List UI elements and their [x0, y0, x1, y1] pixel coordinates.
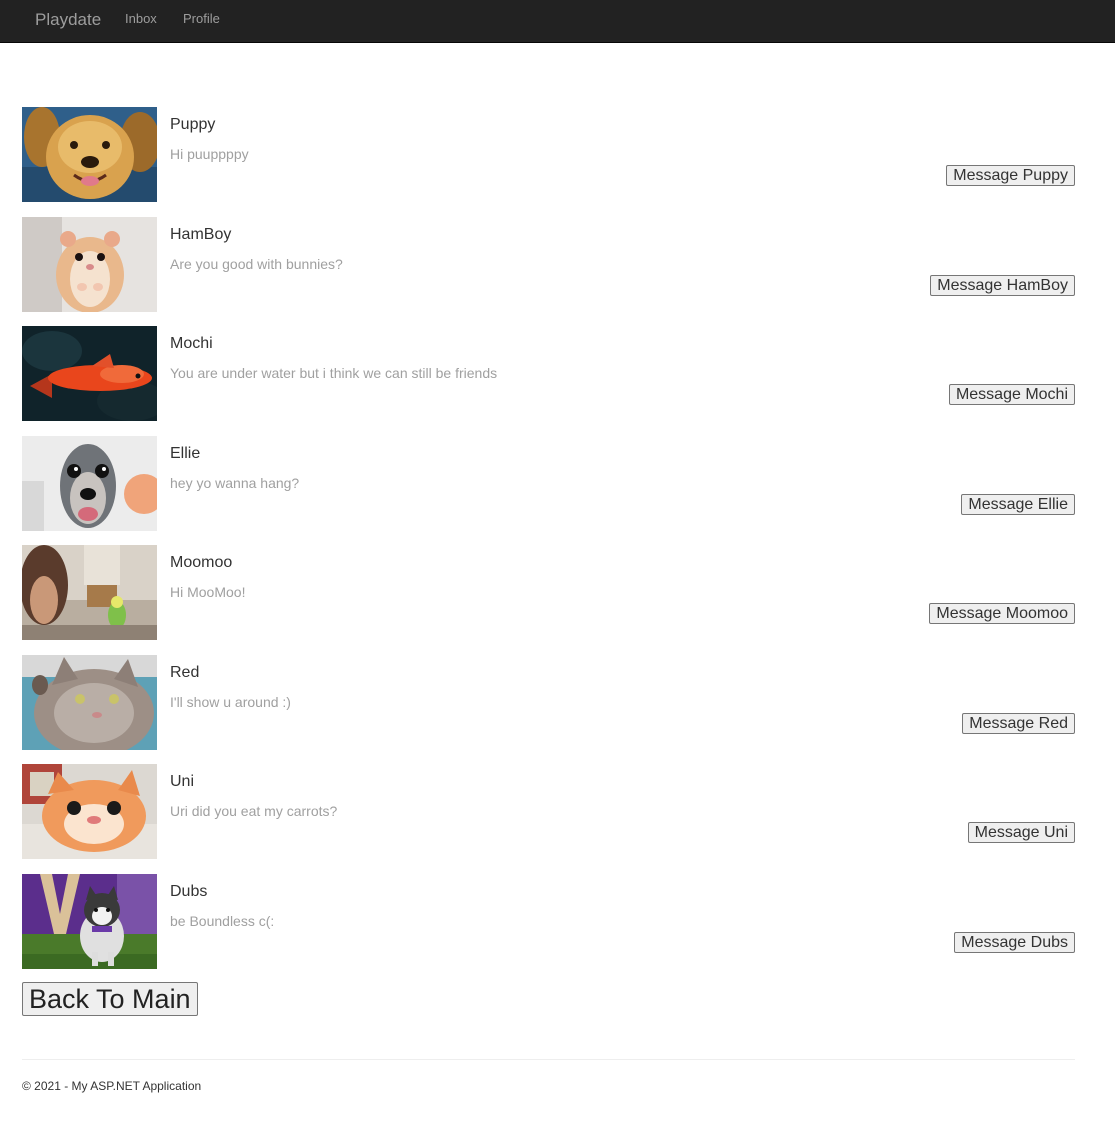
golden-retriever-photo: [22, 107, 157, 202]
footer-copyright: © 2021 - My ASP.NET Application: [22, 1079, 202, 1093]
friend-row: Red I'll show u around :) Message Red: [22, 654, 1075, 750]
message-red-button[interactable]: Message Red: [962, 712, 1075, 734]
parakeet-photo: [22, 545, 157, 640]
brand-link[interactable]: Playdate: [35, 10, 101, 30]
footer-divider: [22, 1059, 1075, 1060]
friend-last-message: I'll show u around :): [170, 693, 291, 710]
nav-link-profile[interactable]: Profile: [183, 11, 220, 27]
friend-last-message: be Boundless c(:: [170, 912, 275, 929]
friend-name: HamBoy: [170, 225, 232, 243]
nav-link-inbox[interactable]: Inbox: [125, 11, 157, 27]
friend-row: Uni Uri did you eat my carrots? Message …: [22, 764, 1075, 859]
goldfish-photo: [22, 326, 157, 421]
message-moomoo-button[interactable]: Message Moomoo: [929, 603, 1075, 624]
husky-puppy-photo: [22, 873, 157, 969]
friend-name: Puppy: [170, 116, 216, 133]
friend-list: Puppy Hi puuppppy Message Puppy HamBoy A…: [22, 107, 1075, 983]
friend-last-message: Uri did you eat my carrots?: [170, 803, 338, 819]
friend-last-message: Are you good with bunnies?: [170, 255, 343, 272]
message-dubs-button[interactable]: Message Dubs: [954, 931, 1075, 953]
orange-cat-photo: [22, 764, 157, 859]
tabby-cat-photo: [22, 654, 157, 750]
friend-row: HamBoy Are you good with bunnies? Messag…: [22, 216, 1075, 312]
friend-row: Mochi You are under water but i think we…: [22, 326, 1075, 421]
friend-name: Ellie: [170, 444, 201, 462]
friend-last-message: Hi MooMoo!: [170, 584, 246, 600]
greyhound-photo: [22, 435, 157, 531]
friend-name: Mochi: [170, 335, 213, 352]
friend-row: Moomoo Hi MooMoo! Message Moomoo: [22, 545, 1075, 640]
message-uni-button[interactable]: Message Uni: [967, 822, 1075, 843]
message-mochi-button[interactable]: Message Mochi: [948, 384, 1075, 405]
friend-last-message: You are under water but i think we can s…: [170, 365, 498, 381]
friend-row: Dubs be Boundless c(: Message Dubs: [22, 873, 1075, 969]
friend-last-message: Hi puuppppy: [170, 146, 249, 162]
friend-row: Ellie hey yo wanna hang? Message Ellie: [22, 435, 1075, 531]
friend-name: Red: [170, 663, 200, 681]
friend-last-message: hey yo wanna hang?: [170, 474, 300, 491]
back-to-main-button[interactable]: Back To Main: [22, 982, 198, 1016]
navbar: Playdate Inbox Profile: [0, 0, 1115, 43]
friend-name: Moomoo: [170, 554, 233, 571]
friend-row: Puppy Hi puuppppy Message Puppy: [22, 107, 1075, 202]
friend-name: Uni: [170, 773, 195, 790]
message-ellie-button[interactable]: Message Ellie: [961, 493, 1075, 515]
hamster-photo: [22, 216, 157, 312]
message-hamboy-button[interactable]: Message HamBoy: [930, 274, 1075, 296]
friend-name: Dubs: [170, 882, 208, 900]
message-puppy-button[interactable]: Message Puppy: [946, 165, 1075, 186]
